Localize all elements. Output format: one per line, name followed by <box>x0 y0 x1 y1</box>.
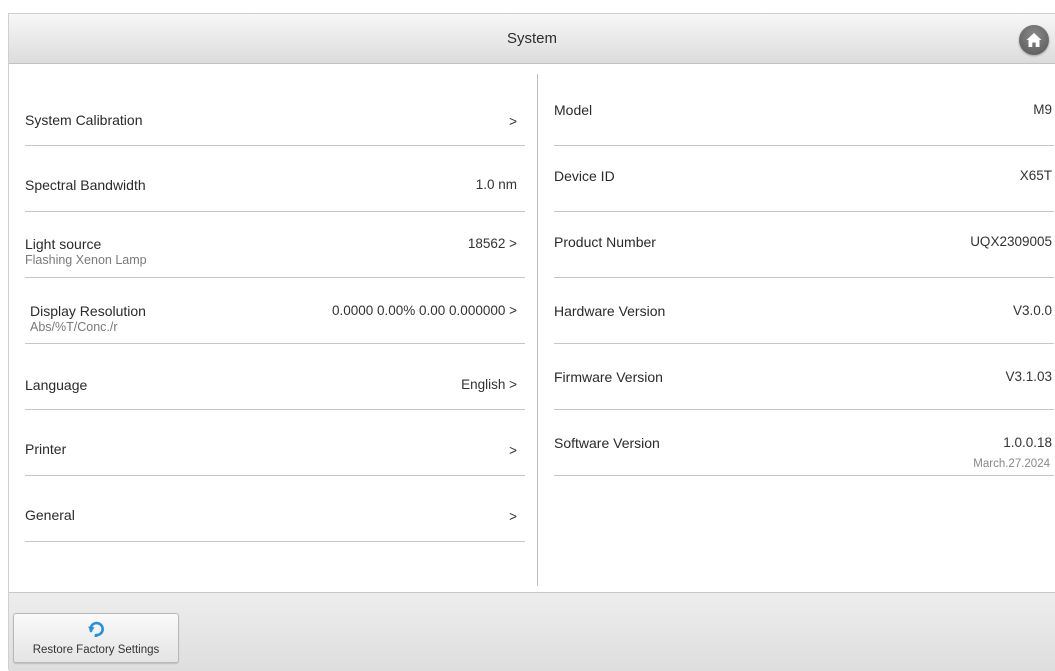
model-label: Model <box>554 102 593 118</box>
home-button[interactable] <box>1019 25 1049 55</box>
firmware-version-row: Firmware Version V3.1.03 <box>554 344 1054 410</box>
restore-factory-settings-label: Restore Factory Settings <box>32 644 160 656</box>
product-number-row: Product Number UQX2309005 <box>554 212 1054 278</box>
bottom-toolbar: Restore Factory Settings <box>9 592 1055 671</box>
hardware-version-row: Hardware Version V3.0.0 <box>554 278 1054 344</box>
device-info-list: Model M9 Device ID X65T Product Number U… <box>545 64 1055 592</box>
settings-list: System Calibration > Spectral Bandwidth … <box>9 64 537 592</box>
page-title: System <box>506 30 557 47</box>
product-number-value: UQX2309005 <box>970 234 1052 249</box>
display-resolution-row[interactable]: Display Resolution Abs/%T/Conc./r 0.0000… <box>25 278 525 344</box>
light-source-type: Flashing Xenon Lamp <box>25 253 147 267</box>
system-calibration-label: System Calibration <box>25 112 143 128</box>
printer-row[interactable]: Printer > <box>25 410 525 476</box>
software-version-row: Software Version 1.0.0.18 March.27.2024 <box>554 410 1054 476</box>
product-number-label: Product Number <box>554 234 656 250</box>
firmware-version-value: V3.1.03 <box>1005 369 1052 384</box>
column-divider <box>537 74 538 586</box>
home-icon <box>1026 33 1042 47</box>
device-id-row: Device ID X65T <box>554 146 1054 212</box>
spectral-bandwidth-row[interactable]: Spectral Bandwidth 1.0 nm <box>25 146 525 212</box>
light-source-value: 18562 > <box>467 236 517 251</box>
software-version-value: 1.0.0.18 <box>1003 435 1052 450</box>
title-bar: System <box>9 14 1055 64</box>
system-screen: System System Calibration > Spectral Ban… <box>8 13 1055 671</box>
general-chevron: > <box>509 509 517 524</box>
hardware-version-value: V3.0.0 <box>1012 303 1052 318</box>
spectral-bandwidth-value: 1.0 nm <box>475 177 517 192</box>
firmware-version-label: Firmware Version <box>554 369 663 385</box>
device-id-label: Device ID <box>554 168 615 184</box>
general-label: General <box>25 507 75 523</box>
restore-icon <box>88 621 104 637</box>
light-source-label: Light source <box>25 236 102 252</box>
model-row: Model M9 <box>554 80 1054 146</box>
display-resolution-units: Abs/%T/Conc./r <box>30 320 118 334</box>
language-label: Language <box>25 377 88 393</box>
device-id-value: X65T <box>1019 168 1052 183</box>
software-version-label: Software Version <box>554 435 660 451</box>
system-calibration-row[interactable]: System Calibration > <box>25 80 525 146</box>
general-row[interactable]: General > <box>25 476 525 542</box>
printer-label: Printer <box>25 441 67 457</box>
display-resolution-label: Display Resolution <box>30 303 146 319</box>
software-release-date: March.27.2024 <box>973 458 1050 470</box>
light-source-row[interactable]: Light source Flashing Xenon Lamp 18562 > <box>25 212 525 278</box>
spectral-bandwidth-label: Spectral Bandwidth <box>25 177 146 193</box>
restore-factory-settings-button[interactable]: Restore Factory Settings <box>13 613 179 663</box>
system-calibration-chevron: > <box>509 114 517 129</box>
language-value: English > <box>461 377 517 392</box>
display-resolution-value: 0.0000 0.00% 0.00 0.000000 > <box>331 303 517 318</box>
printer-chevron: > <box>509 443 517 458</box>
language-row[interactable]: Language English > <box>25 344 525 410</box>
model-value: M9 <box>1033 102 1052 117</box>
hardware-version-label: Hardware Version <box>554 303 666 319</box>
